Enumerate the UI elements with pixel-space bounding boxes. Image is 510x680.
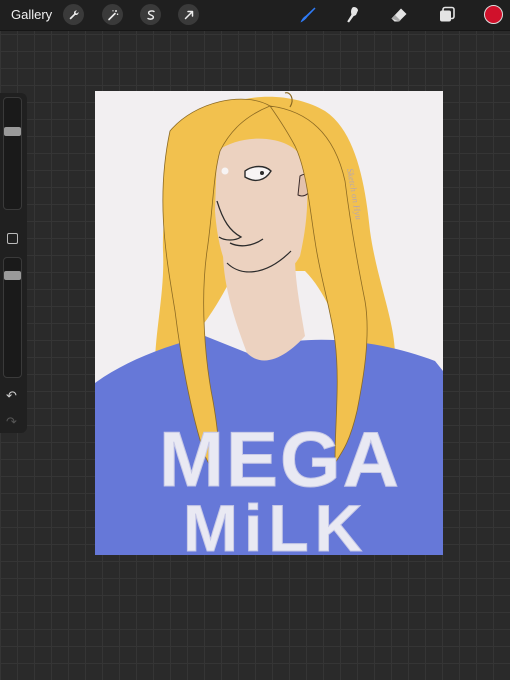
drawing-canvas[interactable]: MEGA MiLK Sketch on Hyu	[95, 91, 443, 555]
opacity-slider[interactable]	[3, 257, 22, 378]
wrench-icon[interactable]	[63, 4, 84, 25]
opacity-handle[interactable]	[4, 271, 21, 280]
forehead-dot	[221, 167, 229, 175]
top-toolbar: Gallery	[0, 0, 510, 31]
smudge-icon[interactable]	[343, 5, 363, 25]
shirt-text-line2: MiLK	[183, 491, 368, 555]
left-sidebar: ↶ ↷	[0, 93, 27, 433]
transform-arrow-icon[interactable]	[178, 4, 199, 25]
face	[215, 138, 308, 281]
undo-icon[interactable]: ↶	[6, 389, 17, 402]
pupil	[260, 171, 264, 175]
shirt-text-line1: MEGA	[159, 415, 401, 503]
eraser-icon[interactable]	[389, 5, 409, 25]
layers-icon[interactable]	[437, 5, 457, 25]
magic-wand-icon[interactable]	[102, 4, 123, 25]
gallery-button[interactable]: Gallery	[11, 7, 52, 22]
brush-size-slider[interactable]	[3, 97, 22, 210]
color-picker-button[interactable]	[484, 5, 503, 24]
modify-square-icon[interactable]	[7, 233, 18, 244]
selection-icon[interactable]	[140, 4, 161, 25]
artwork-illustration: MEGA MiLK Sketch on Hyu	[95, 92, 443, 555]
brush-size-handle[interactable]	[4, 127, 21, 136]
brush-icon[interactable]	[298, 5, 318, 25]
redo-icon[interactable]: ↷	[6, 415, 17, 428]
